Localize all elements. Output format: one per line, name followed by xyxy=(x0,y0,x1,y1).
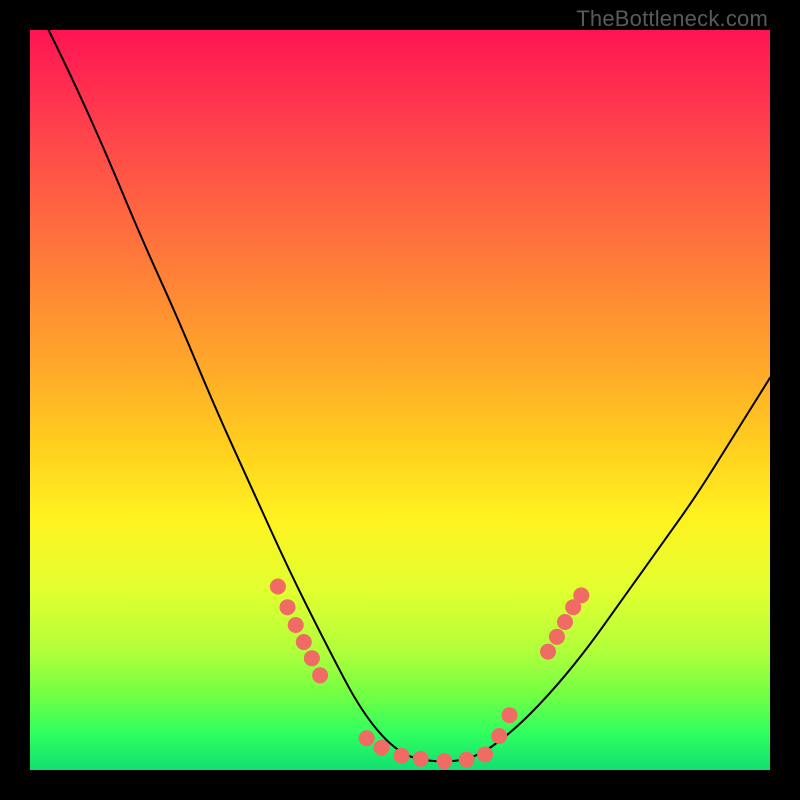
data-dot xyxy=(477,747,493,763)
data-dots xyxy=(270,579,589,770)
data-dot xyxy=(549,629,565,645)
data-dot xyxy=(270,579,286,595)
data-dot xyxy=(573,587,589,603)
plot-area xyxy=(30,30,770,770)
data-dot xyxy=(502,707,518,723)
data-dot xyxy=(280,599,296,615)
data-dot xyxy=(304,650,320,666)
chart-frame: TheBottleneck.com xyxy=(0,0,800,800)
data-dot xyxy=(459,752,475,768)
data-dot xyxy=(491,728,507,744)
data-dot xyxy=(374,740,390,756)
data-dot xyxy=(413,751,429,767)
data-dot xyxy=(394,748,410,764)
watermark-text: TheBottleneck.com xyxy=(576,6,768,32)
data-dot xyxy=(312,667,328,683)
data-dot xyxy=(557,614,573,630)
bottleneck-curve xyxy=(30,0,770,761)
data-dot xyxy=(540,644,556,660)
data-dot xyxy=(359,730,375,746)
data-dot xyxy=(288,617,304,633)
chart-svg xyxy=(30,30,770,770)
data-dot xyxy=(296,634,312,650)
data-dot xyxy=(436,753,452,769)
